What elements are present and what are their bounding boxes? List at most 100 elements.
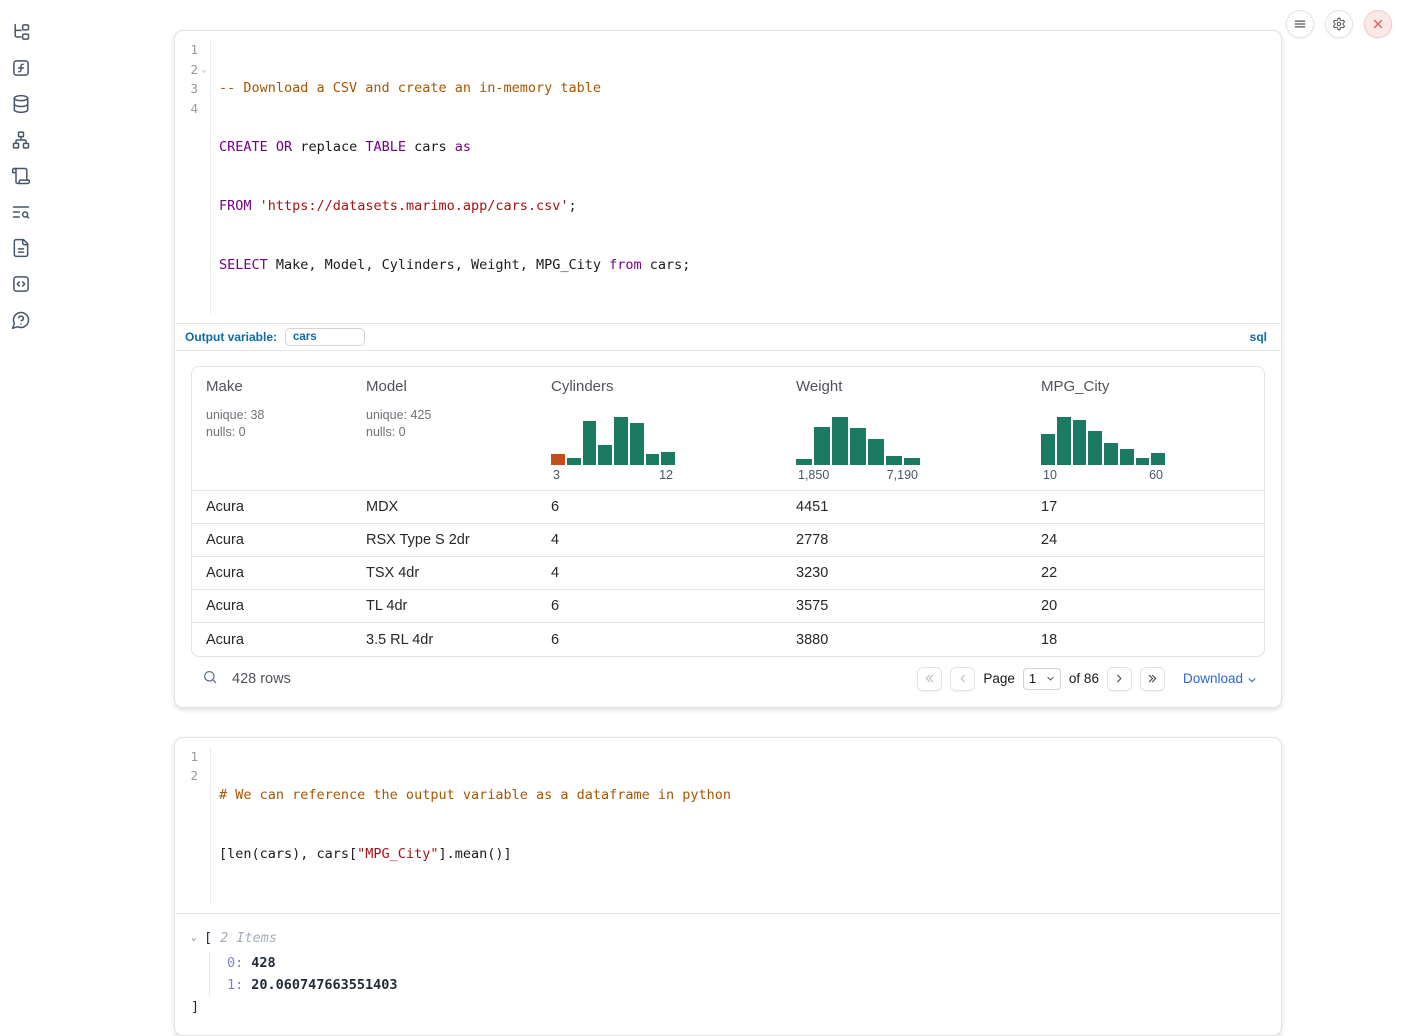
first-page-button[interactable]: [917, 667, 942, 691]
hist-bar: [904, 458, 920, 465]
cell-weight: 3880: [782, 623, 1027, 656]
sql-keyword: OR: [276, 139, 292, 155]
column-header-weight[interactable]: Weight: [782, 367, 1027, 491]
sql-code-editor[interactable]: 1 2⌄ 3 4 -- Download a CSV and create an…: [175, 31, 1281, 323]
histogram-weight[interactable]: 1,850 7,190: [796, 417, 920, 482]
line-number-gutter: 1 2: [175, 747, 211, 904]
stat-unique: unique: 38: [206, 407, 338, 424]
line-number: 1: [190, 747, 198, 767]
hist-bar: [1041, 434, 1055, 465]
database-icon[interactable]: [11, 94, 31, 114]
py-text: [len(cars), cars[: [219, 846, 357, 862]
cell-weight: 2778: [782, 524, 1027, 557]
hist-bar: [1136, 458, 1150, 465]
fold-chevron-icon[interactable]: ⌄: [198, 60, 210, 80]
column-stats: unique: 38 nulls: 0: [206, 407, 338, 441]
column-header-model[interactable]: Model unique: 425 nulls: 0: [352, 367, 537, 491]
search-logs-icon[interactable]: [11, 202, 31, 222]
item-index: 0:: [227, 955, 243, 971]
hist-min: 10: [1043, 468, 1057, 482]
line-number: 1: [190, 40, 198, 60]
python-code-editor[interactable]: 1 2 # We can reference the output variab…: [175, 738, 1281, 913]
table-row[interactable]: Acura TL 4dr 6 3575 20: [192, 590, 1264, 623]
sql-keyword: SELECT: [219, 257, 268, 273]
sql-string: 'https://datasets.marimo.app/cars.csv': [260, 198, 569, 214]
code-line[interactable]: -- Download a CSV and create an in-memor…: [219, 79, 690, 99]
sql-keyword: TABLE: [365, 139, 406, 155]
last-page-button[interactable]: [1140, 667, 1165, 691]
hist-bar: [814, 427, 830, 465]
stat-unique: unique: 425: [366, 407, 523, 424]
code-line[interactable]: CREATE OR replace TABLE cars as: [219, 138, 690, 158]
help-icon[interactable]: [11, 310, 31, 330]
column-stats: unique: 425 nulls: 0: [366, 407, 523, 441]
chevrons-right-icon: [924, 673, 935, 684]
code-line[interactable]: [len(cars), cars["MPG_City"].mean()]: [219, 845, 731, 865]
cell-make: Acura: [192, 524, 352, 557]
histogram-mpg-city[interactable]: 10 60: [1041, 417, 1165, 482]
hist-bar: [850, 428, 866, 465]
column-header-mpg-city[interactable]: MPG_City: [1027, 367, 1264, 491]
py-comment: # We can reference the output variable a…: [219, 787, 731, 803]
column-header-cylinders[interactable]: Cylinders: [537, 367, 782, 491]
table-row[interactable]: Acura TSX 4dr 4 3230 22: [192, 557, 1264, 590]
code-line[interactable]: SELECT Make, Model, Cylinders, Weight, M…: [219, 256, 690, 276]
table-row[interactable]: Acura MDX 6 4451 17: [192, 491, 1264, 524]
cell-weight: 3575: [782, 590, 1027, 623]
next-page-button[interactable]: [1107, 667, 1132, 691]
sql-cell: 1 2⌄ 3 4 -- Download a CSV and create an…: [174, 30, 1282, 708]
function-icon[interactable]: [11, 58, 31, 78]
close-bracket: ]: [191, 999, 1265, 1019]
chevrons-right-icon: [1147, 673, 1158, 684]
output-variable-row: Output variable: sql: [175, 324, 1281, 350]
scroll-icon[interactable]: [11, 166, 31, 186]
top-controls: [1286, 10, 1392, 38]
cell-mpg-city: 24: [1027, 524, 1264, 557]
cell-weight: 3230: [782, 557, 1027, 590]
hist-bar: [630, 423, 644, 465]
download-button[interactable]: Download: [1183, 671, 1257, 686]
collapse-chevron-icon[interactable]: ⌄: [191, 933, 204, 943]
sql-text: [268, 139, 276, 155]
shutdown-button[interactable]: [1364, 10, 1392, 38]
code-line[interactable]: # We can reference the output variable a…: [219, 786, 731, 806]
menu-button[interactable]: [1286, 10, 1314, 38]
table-row[interactable]: Acura 3.5 RL 4dr 6 3880 18: [192, 623, 1264, 656]
sql-keyword: as: [455, 139, 471, 155]
output-variable-input[interactable]: [285, 328, 365, 346]
close-icon: [1371, 17, 1385, 31]
line-number: 3: [190, 79, 198, 99]
previous-page-button[interactable]: [950, 667, 975, 691]
py-text: ].mean()]: [438, 846, 511, 862]
cell-mpg-city: 17: [1027, 491, 1264, 524]
stat-nulls: nulls: 0: [206, 424, 338, 441]
cell-mpg-city: 18: [1027, 623, 1264, 656]
table-footer: 428 rows Page 1 of 86: [191, 657, 1265, 701]
code-line[interactable]: FROM 'https://datasets.marimo.app/cars.c…: [219, 197, 690, 217]
language-badge[interactable]: sql: [1250, 330, 1267, 344]
item-value: 20.060747663551403: [251, 977, 397, 993]
settings-button[interactable]: [1325, 10, 1353, 38]
hist-bar: [614, 417, 628, 465]
document-icon[interactable]: [11, 238, 31, 258]
hist-bar: [886, 456, 902, 465]
hist-bar: [646, 454, 660, 465]
page-select[interactable]: 1: [1023, 668, 1061, 690]
table-row[interactable]: Acura RSX Type S 2dr 4 2778 24: [192, 524, 1264, 557]
file-tree-icon[interactable]: [11, 22, 31, 42]
cell-make: Acura: [192, 557, 352, 590]
snippets-icon[interactable]: [11, 274, 31, 294]
list-items: 0: 428 1: 20.060747663551403: [209, 952, 1265, 996]
item-index: 1:: [227, 977, 243, 993]
histogram-cylinders[interactable]: 3 12: [551, 417, 675, 482]
dependency-graph-icon[interactable]: [11, 130, 31, 150]
notebook-column: 1 2⌄ 3 4 -- Download a CSV and create an…: [174, 30, 1282, 1036]
hist-axis: 10 60: [1041, 468, 1165, 482]
column-label: Model: [366, 378, 523, 395]
column-header-make[interactable]: Make unique: 38 nulls: 0: [192, 367, 352, 491]
column-label: Make: [206, 378, 338, 395]
chevron-down-icon: [1247, 675, 1257, 685]
open-bracket: [: [204, 930, 212, 946]
search-icon[interactable]: [197, 669, 223, 688]
cell-model: MDX: [352, 491, 537, 524]
